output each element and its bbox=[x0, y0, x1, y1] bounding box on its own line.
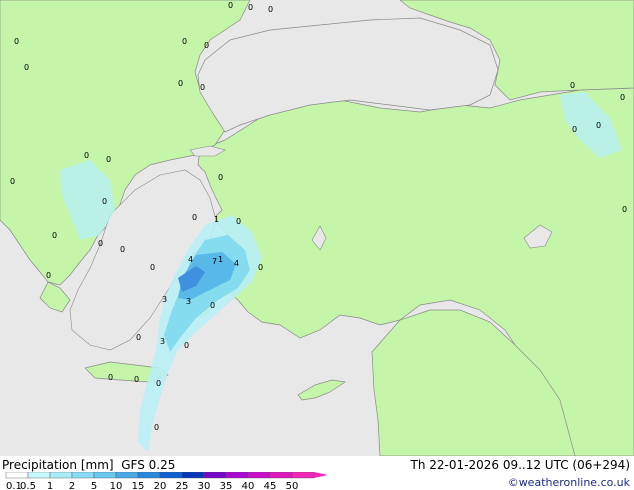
legend-tick-label: 5 bbox=[91, 481, 97, 490]
map-label: 0 bbox=[218, 173, 223, 182]
legend-swatch bbox=[71, 472, 95, 479]
map-label: 3 bbox=[160, 337, 165, 346]
map-label: 0 bbox=[258, 263, 263, 272]
map-label: 0 bbox=[46, 271, 51, 280]
map-label: 7 bbox=[212, 257, 217, 266]
map-label: 0 bbox=[192, 213, 197, 222]
legend-tick-label: 15 bbox=[132, 481, 145, 490]
legend-tick-label: 50 bbox=[286, 481, 299, 490]
legend-swatch bbox=[137, 472, 161, 479]
map-label: 0 bbox=[184, 341, 189, 350]
legend-tick-label: 30 bbox=[198, 481, 211, 490]
map-label: 0 bbox=[248, 3, 253, 12]
map-title: Precipitation [mm] GFS 0.25 bbox=[2, 458, 175, 472]
legend-swatch bbox=[247, 472, 271, 479]
legend-swatch bbox=[203, 472, 227, 479]
legend-swatch bbox=[225, 472, 249, 479]
map-label: 0 bbox=[156, 379, 161, 388]
map-label: 4 bbox=[234, 259, 239, 268]
map-label: 0 bbox=[570, 81, 575, 90]
map-label: 0 bbox=[134, 375, 139, 384]
legend-swatch bbox=[93, 472, 117, 479]
precipitation-map: 0 0 0 0 0 0 0 0 0 0 0 0 0 0 0 0 0 0 0 0 … bbox=[0, 0, 634, 456]
map-label: 0 bbox=[622, 205, 627, 214]
legend-swatch bbox=[5, 472, 29, 479]
map-label: 3 bbox=[162, 295, 167, 304]
map-label: 0 bbox=[572, 125, 577, 134]
map-label: 0 bbox=[102, 197, 107, 206]
map-label: 0 bbox=[182, 37, 187, 46]
map-label: 1 bbox=[218, 255, 223, 264]
map-label: 0 bbox=[154, 423, 159, 432]
legend-arrow bbox=[314, 472, 328, 478]
map-label: 1 bbox=[214, 215, 219, 224]
legend-tick-label: 2 bbox=[69, 481, 75, 490]
map-label: 0 bbox=[596, 121, 601, 130]
map-label: 0 bbox=[268, 5, 273, 14]
legend-tick-label: 25 bbox=[176, 481, 189, 490]
map-label: 0 bbox=[98, 239, 103, 248]
legend-swatch bbox=[115, 472, 139, 479]
legend-tick-label: 45 bbox=[264, 481, 277, 490]
legend-tick-label: 1 bbox=[47, 481, 53, 490]
map-label: 0 bbox=[620, 93, 625, 102]
legend-swatch bbox=[181, 472, 205, 479]
legend-tick-label: 35 bbox=[220, 481, 233, 490]
valid-time: Th 22-01-2026 09..12 UTC (06+294) bbox=[410, 458, 630, 472]
legend-tick-label: 10 bbox=[110, 481, 123, 490]
model-name: GFS 0.25 bbox=[121, 458, 176, 472]
map-label: 3 bbox=[186, 297, 191, 306]
map-label: 0 bbox=[200, 83, 205, 92]
map-label: 4 bbox=[188, 255, 193, 264]
map-label: 0 bbox=[24, 63, 29, 72]
map-label: 0 bbox=[120, 245, 125, 254]
legend-tick-label: 40 bbox=[242, 481, 255, 490]
map-label: 0 bbox=[228, 1, 233, 10]
legend-swatch bbox=[27, 472, 51, 479]
map-label: 0 bbox=[106, 155, 111, 164]
title-text: Precipitation [mm] bbox=[2, 458, 114, 472]
map-label: 0 bbox=[108, 373, 113, 382]
map-label: 0 bbox=[52, 231, 57, 240]
map-label: 0 bbox=[210, 301, 215, 310]
map-label: 0 bbox=[10, 177, 15, 186]
color-scale: 0.10.5 1 2 5 10 15 20 25 30 35 40 45 50 bbox=[5, 472, 328, 490]
map-label: 0 bbox=[136, 333, 141, 342]
map-label: 0 bbox=[84, 151, 89, 160]
legend-swatch bbox=[49, 472, 73, 479]
map-label: 0 bbox=[150, 263, 155, 272]
map-label: 0 bbox=[236, 217, 241, 226]
legend-swatch bbox=[291, 472, 315, 479]
legend-bar: Precipitation [mm] GFS 0.25 Th 22-01-202… bbox=[0, 456, 634, 490]
legend-tick-label: 0.5 bbox=[20, 481, 36, 490]
map-label: 0 bbox=[204, 41, 209, 50]
legend-swatch bbox=[159, 472, 183, 479]
legend-tick-label: 20 bbox=[154, 481, 167, 490]
map-label: 0 bbox=[178, 79, 183, 88]
legend-swatch bbox=[269, 472, 293, 479]
map-label: 0 bbox=[14, 37, 19, 46]
credit-text: ©weatheronline.co.uk bbox=[507, 476, 630, 489]
